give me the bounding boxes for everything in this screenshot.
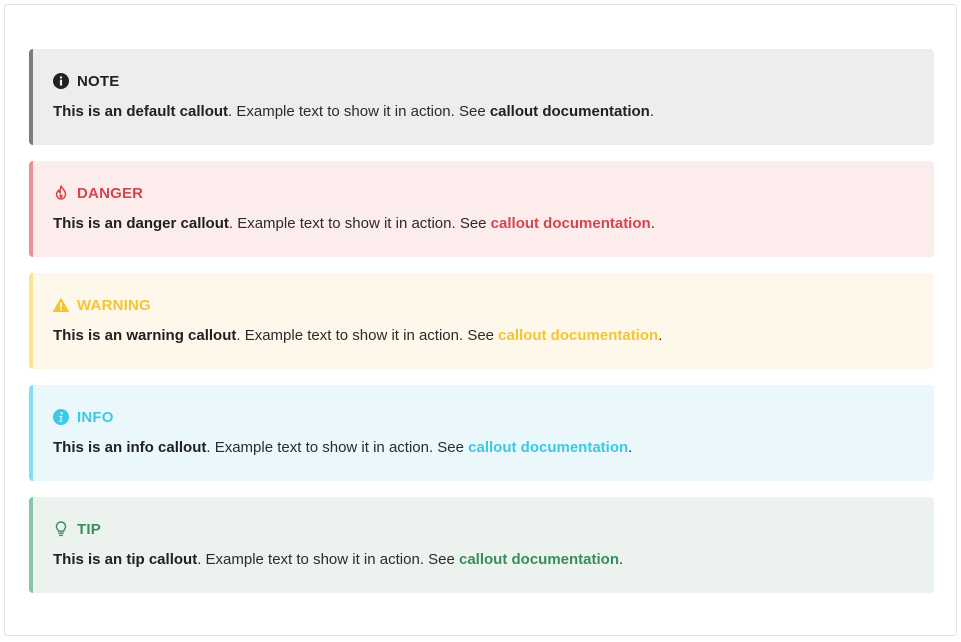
info-circle-icon xyxy=(53,73,69,89)
callout-end: . xyxy=(619,551,624,568)
callout-end: . xyxy=(650,215,655,232)
callout-text: . Example text to show it in action. See xyxy=(228,103,490,120)
callout-body: This is an danger callout. Example text … xyxy=(53,214,934,234)
callout-documentation-link[interactable]: callout documentation xyxy=(491,215,651,232)
callout-title-text: WARNING xyxy=(77,296,151,314)
fire-icon xyxy=(53,185,69,201)
info-circle-icon xyxy=(53,409,69,425)
callout-documentation-link[interactable]: callout documentation xyxy=(459,551,619,568)
callout-documentation-link[interactable]: callout documentation xyxy=(468,439,628,456)
callout-note: NOTE This is an default callout. Example… xyxy=(29,49,934,145)
callout-info: INFO This is an info callout. Example te… xyxy=(29,385,934,481)
callout-body: This is an tip callout. Example text to … xyxy=(53,550,934,570)
callout-body: This is an warning callout. Example text… xyxy=(53,326,934,346)
callout-end: . xyxy=(658,327,663,344)
callout-end: . xyxy=(649,103,655,120)
lightbulb-icon xyxy=(53,521,69,537)
callout-tip-title: TIP xyxy=(53,519,934,539)
callout-tip: TIP This is an tip callout. Example text… xyxy=(29,497,934,593)
callout-text: . Example text to show it in action. See xyxy=(197,551,459,568)
warning-triangle-icon xyxy=(53,297,69,313)
callouts-panel: NOTE This is an default callout. Example… xyxy=(4,4,957,636)
callout-lead: This is an info callout xyxy=(53,439,207,456)
callout-text: . Example text to show it in action. See xyxy=(228,215,491,232)
callout-title-text: TIP xyxy=(77,520,101,538)
callout-info-title: INFO xyxy=(53,407,934,427)
callout-danger-title: DANGER xyxy=(53,183,934,203)
callout-end: . xyxy=(628,439,633,456)
callout-lead: This is an default callout xyxy=(53,103,229,120)
callout-body: This is an default callout. Example text… xyxy=(53,102,934,122)
callout-warning-title: WARNING xyxy=(53,295,934,315)
callout-title-text: NOTE xyxy=(77,72,120,90)
callout-title-text: DANGER xyxy=(77,184,144,202)
callout-lead: This is an tip callout xyxy=(53,551,198,568)
callout-warning: WARNING This is an warning callout. Exam… xyxy=(29,273,934,369)
callout-note-title: NOTE xyxy=(53,71,934,91)
callout-lead: This is an danger callout xyxy=(53,215,229,232)
callout-lead: This is an warning callout xyxy=(53,327,237,344)
callout-text: . Example text to show it in action. See xyxy=(236,327,499,344)
callout-title-text: INFO xyxy=(77,408,114,426)
callout-danger: DANGER This is an danger callout. Exampl… xyxy=(29,161,934,257)
callout-text: . Example text to show it in action. See xyxy=(206,439,469,456)
callout-documentation-link[interactable]: callout documentation xyxy=(498,327,658,344)
callout-body: This is an info callout. Example text to… xyxy=(53,438,934,458)
callout-documentation-link[interactable]: callout documentation xyxy=(490,103,650,120)
